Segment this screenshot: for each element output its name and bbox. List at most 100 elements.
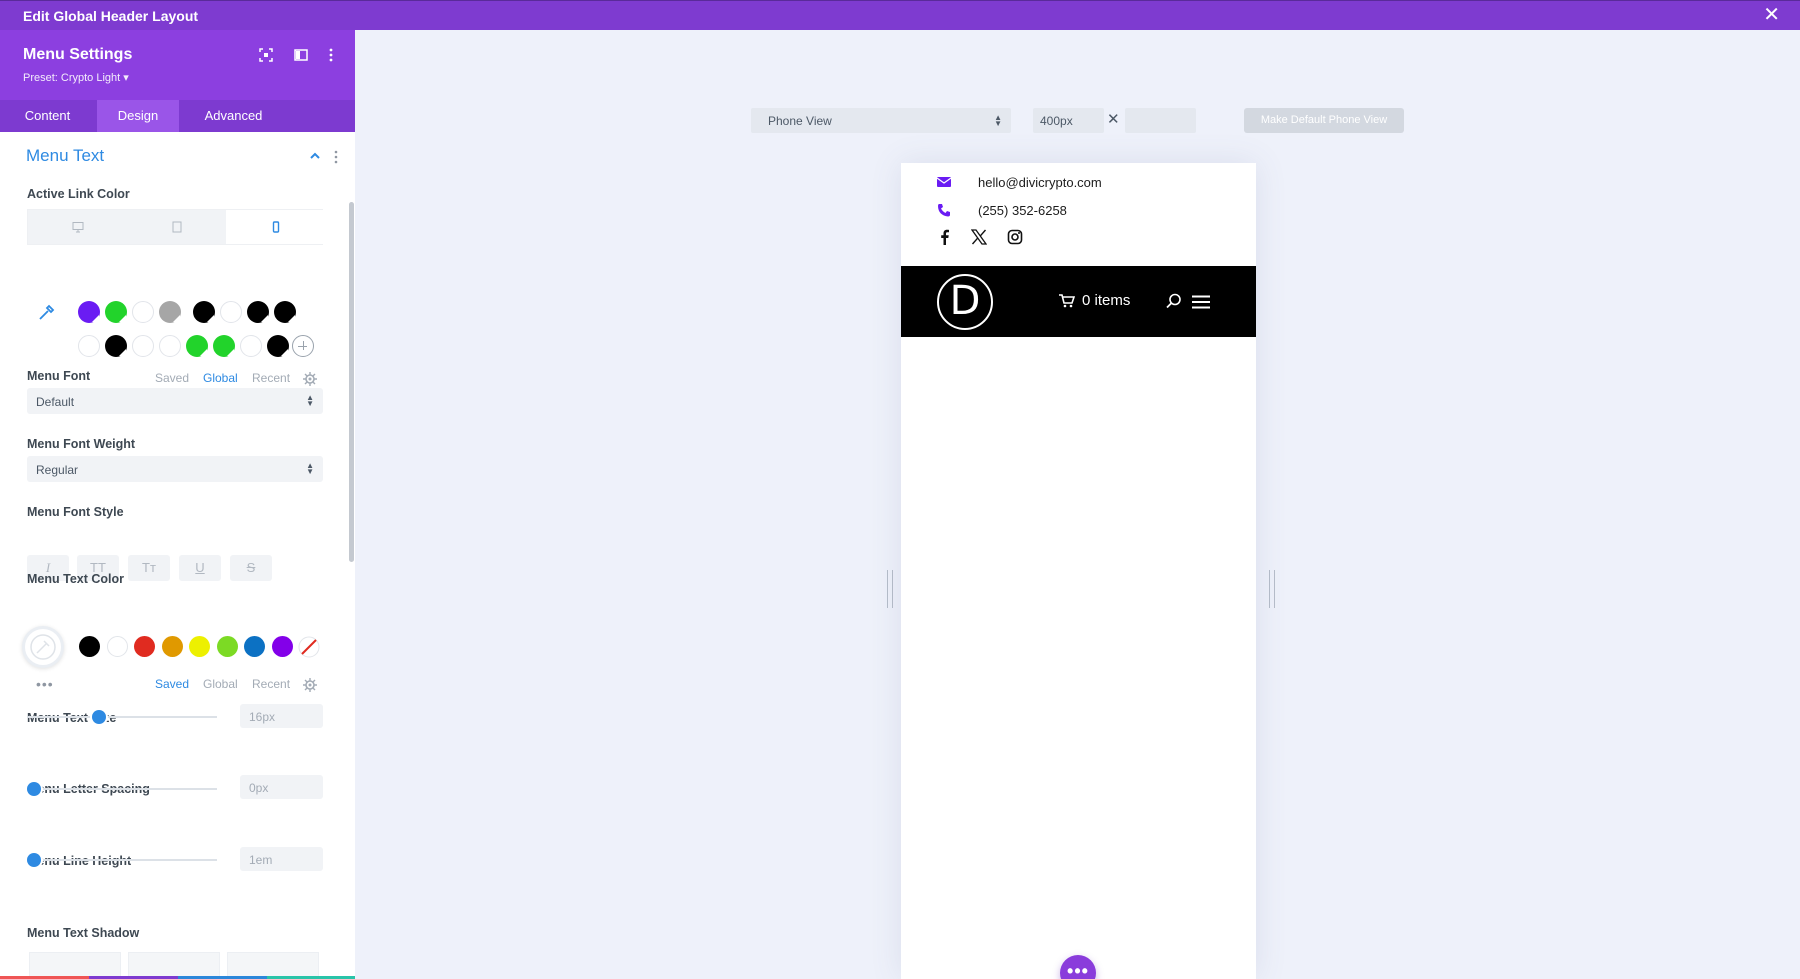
- color-swatch[interactable]: [78, 301, 100, 323]
- strikethrough-button[interactable]: S: [230, 555, 272, 581]
- color-swatch[interactable]: [105, 301, 127, 323]
- menu-font-weight-select[interactable]: Regular ▲▼: [27, 456, 323, 482]
- palette-tab-saved[interactable]: Saved: [155, 371, 189, 385]
- search-icon[interactable]: [1166, 293, 1182, 309]
- view-mode-value: Phone View: [768, 114, 832, 128]
- color-swatch[interactable]: [267, 335, 289, 357]
- sidebar-scrollbar[interactable]: [349, 202, 354, 562]
- fullscreen-icon[interactable]: [257, 46, 275, 64]
- global-color-marker: [119, 349, 126, 356]
- menu-text-shadow-label: Menu Text Shadow: [27, 926, 139, 940]
- device-tab-tablet[interactable]: [127, 210, 226, 244]
- color-swatch[interactable]: [162, 636, 183, 657]
- header-nav-bar: D 0 items: [901, 266, 1256, 337]
- global-color-marker: [92, 315, 99, 322]
- color-swatch[interactable]: [159, 335, 181, 357]
- chevron-up-icon[interactable]: [309, 150, 321, 162]
- color-swatch[interactable]: [107, 636, 128, 657]
- tab-advanced[interactable]: Advanced: [195, 100, 272, 132]
- resize-handle-left[interactable]: [887, 570, 893, 608]
- add-swatch-button[interactable]: [292, 335, 314, 357]
- no-color-swatch[interactable]: [298, 636, 320, 658]
- menu-font-weight-value: Regular: [36, 463, 78, 477]
- tab-design[interactable]: Design: [97, 100, 179, 132]
- slider-handle[interactable]: [27, 782, 41, 796]
- email-link[interactable]: hello@divicrypto.com: [978, 175, 1102, 190]
- menu-font-weight-label: Menu Font Weight: [27, 437, 135, 451]
- make-default-button[interactable]: Make Default Phone View: [1244, 108, 1404, 133]
- device-tab-phone[interactable]: [226, 210, 325, 244]
- more-options-icon[interactable]: [322, 46, 340, 64]
- menu-letter-spacing-input[interactable]: 0px: [240, 775, 323, 799]
- preview-height-input[interactable]: [1125, 108, 1196, 133]
- color-swatch[interactable]: [132, 335, 154, 357]
- palette-tab-saved[interactable]: Saved: [155, 677, 189, 691]
- x-icon[interactable]: [971, 229, 987, 245]
- menu-text-size-slider[interactable]: [27, 716, 217, 718]
- hamburger-menu-icon[interactable]: [1192, 295, 1210, 309]
- color-swatch[interactable]: [247, 301, 269, 323]
- more-colors-icon[interactable]: •••: [36, 676, 54, 692]
- color-swatch[interactable]: [79, 636, 100, 657]
- menu-font-select[interactable]: Default ▲▼: [27, 388, 323, 414]
- palette-tab-recent[interactable]: Recent: [252, 677, 290, 691]
- gear-icon[interactable]: [303, 372, 317, 386]
- color-swatch[interactable]: [213, 335, 235, 357]
- tab-content[interactable]: Content: [10, 100, 85, 132]
- color-swatch[interactable]: [240, 335, 262, 357]
- facebook-icon[interactable]: [937, 229, 953, 245]
- global-color-marker: [281, 349, 288, 356]
- color-swatch[interactable]: [274, 301, 296, 323]
- shadow-preset-1[interactable]: [128, 952, 220, 979]
- select-arrows-icon: ▲▼: [306, 395, 314, 407]
- capitalize-button[interactable]: Tт: [128, 555, 170, 581]
- menu-line-height-slider[interactable]: [27, 859, 217, 861]
- preview-width-input[interactable]: 400px: [1033, 108, 1104, 133]
- color-swatch[interactable]: [244, 636, 265, 657]
- view-mode-select[interactable]: Phone View ▲▼: [751, 108, 1011, 133]
- color-picker-button[interactable]: [22, 626, 64, 668]
- phone-link[interactable]: (255) 352-6258: [978, 203, 1067, 218]
- shadow-preset-none[interactable]: [29, 952, 121, 979]
- menu-letter-spacing-slider[interactable]: [27, 788, 217, 790]
- shadow-preset-2[interactable]: [227, 952, 319, 979]
- section-more-icon[interactable]: [334, 150, 338, 164]
- resize-handle-right[interactable]: [1269, 570, 1275, 608]
- module-title: Menu Settings: [23, 46, 132, 64]
- split-view-icon[interactable]: [292, 46, 310, 64]
- color-swatch[interactable]: [105, 335, 127, 357]
- gear-icon[interactable]: [303, 678, 317, 692]
- color-swatch[interactable]: [186, 335, 208, 357]
- color-swatch[interactable]: [272, 636, 293, 657]
- palette-tab-global[interactable]: Global: [203, 677, 238, 691]
- preset-selector[interactable]: Preset: Crypto Light ▾: [23, 71, 129, 84]
- slider-handle[interactable]: [92, 710, 106, 724]
- global-color-marker: [173, 315, 180, 322]
- eyedropper-icon[interactable]: [36, 303, 56, 323]
- color-swatch[interactable]: [220, 301, 242, 323]
- envelope-icon: [937, 175, 951, 189]
- color-swatch[interactable]: [159, 301, 181, 323]
- select-arrows-icon: ▲▼: [306, 463, 314, 475]
- color-swatch[interactable]: [189, 636, 210, 657]
- color-swatch[interactable]: [132, 301, 154, 323]
- eyedropper-icon: [25, 629, 61, 665]
- color-swatch[interactable]: [134, 636, 155, 657]
- instagram-icon[interactable]: [1007, 229, 1023, 245]
- site-logo[interactable]: D: [937, 274, 993, 330]
- palette-tab-recent[interactable]: Recent: [252, 371, 290, 385]
- menu-line-height-input[interactable]: 1em: [240, 847, 323, 871]
- slider-handle[interactable]: [27, 853, 41, 867]
- section-title[interactable]: Menu Text: [26, 146, 104, 166]
- underline-button[interactable]: U: [179, 555, 221, 581]
- device-tab-desktop[interactable]: [28, 210, 127, 244]
- color-swatch[interactable]: [217, 636, 238, 657]
- color-swatch[interactable]: [193, 301, 215, 323]
- global-color-marker: [288, 315, 295, 322]
- close-icon[interactable]: ✕: [1763, 5, 1780, 25]
- phone-preview: hello@divicrypto.com (255) 352-6258 D 0 …: [901, 163, 1256, 979]
- menu-text-size-input[interactable]: 16px: [240, 704, 323, 728]
- palette-tab-global[interactable]: Global: [203, 371, 238, 385]
- color-swatch[interactable]: [78, 335, 100, 357]
- global-color-marker: [227, 349, 234, 356]
